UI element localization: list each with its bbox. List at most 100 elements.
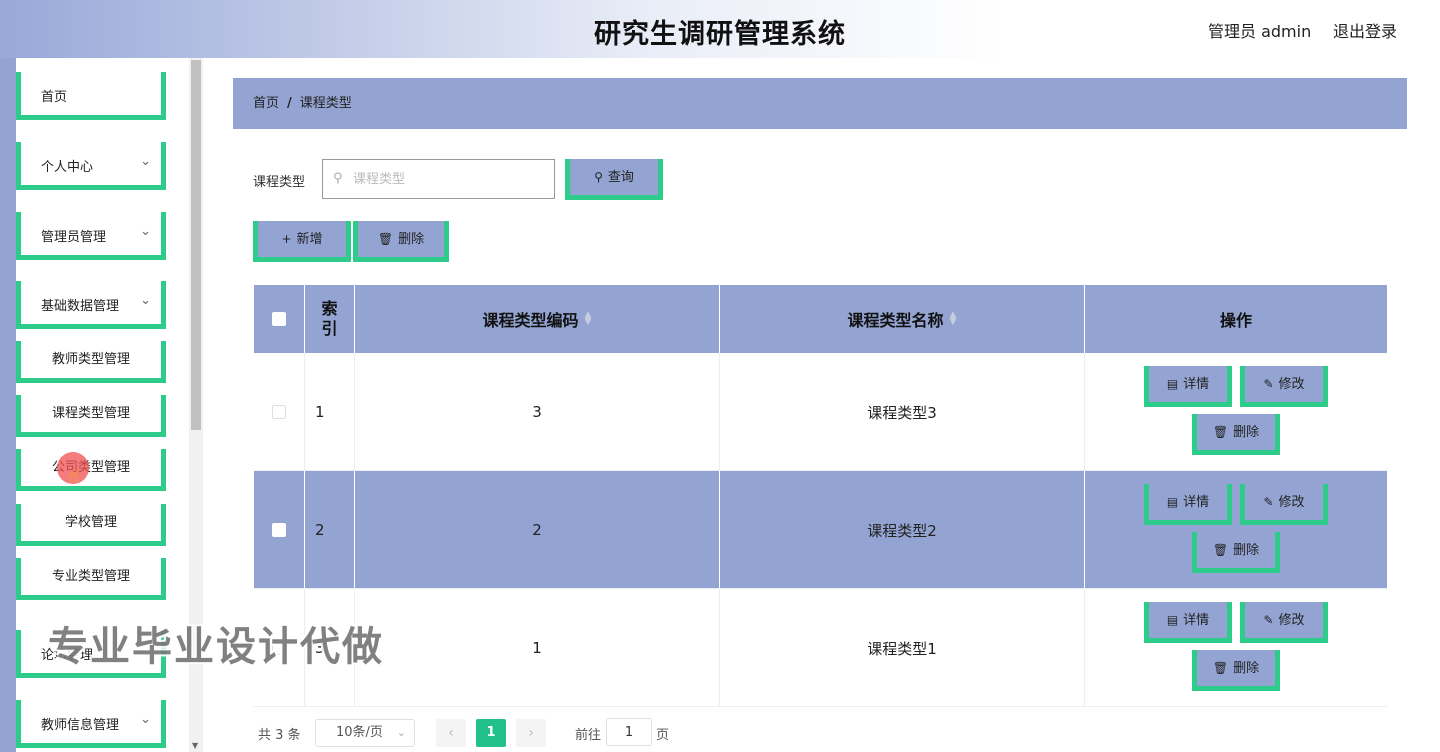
cell-index: 1 (305, 353, 355, 471)
row-checkbox[interactable] (272, 523, 286, 537)
header-bar: 研究生调研管理系统 管理员 admin 退出登录 (0, 0, 1440, 58)
logout-link[interactable]: 退出登录 (1333, 18, 1397, 42)
row-checkbox[interactable] (272, 405, 286, 419)
column-header-name-label: 课程类型名称 (847, 311, 944, 330)
chevron-down-icon: ⌄ (140, 293, 151, 308)
select-all-checkbox[interactable] (272, 312, 286, 326)
column-header-actions-label: 操作 (1219, 311, 1252, 330)
search-icon: ⚲ (333, 171, 343, 186)
edit-button[interactable]: ✎ 修改 (1240, 602, 1328, 643)
breadcrumb-current: 课程类型 (299, 96, 352, 111)
sidebar-strip (0, 58, 16, 752)
trash-icon: 🗑 (1212, 661, 1229, 675)
sidebar-subitem-teacher-type[interactable]: 教师类型管理 (16, 341, 166, 383)
search-label: 课程类型 (253, 175, 306, 190)
delete-button[interactable]: 🗑 删除 (1192, 414, 1280, 455)
cell-code: 3 (355, 353, 720, 471)
page-number-current[interactable]: 1 (476, 719, 506, 747)
column-header-code[interactable]: 课程类型编码 ▲ ▼ (355, 285, 720, 353)
detail-button-label: 详情 (1183, 495, 1210, 510)
sidebar-item-label: 首页 (41, 90, 68, 105)
detail-button-label: 详情 (1183, 377, 1210, 392)
delete-button[interactable]: 🗑 删除 (1192, 650, 1280, 691)
page-size-value: 10条/页 (336, 725, 383, 740)
sidebar-subitem-major-type[interactable]: 专业类型管理 (16, 558, 166, 600)
breadcrumb: 首页 / 课程类型 (233, 78, 1407, 129)
search-input[interactable] (353, 160, 548, 198)
pagination-total: 共 3 条 (258, 728, 301, 743)
sidebar-item-label: 教师信息管理 (41, 718, 120, 733)
delete-button[interactable]: 🗑 删除 (1192, 532, 1280, 573)
query-button-label: 查询 (607, 170, 634, 185)
scroll-down-arrow-icon[interactable]: ▼ (192, 741, 198, 750)
main-content: 首页 / 课程类型 课程类型 ⚲ ⚲ 查询 + 新增 🗑 删除 索 引 课程类型编码 ▲▼ (203, 58, 1440, 752)
detail-button[interactable]: ▤ 详情 (1144, 366, 1232, 407)
column-header-code-label: 课程类型编码 (482, 311, 579, 330)
pencil-icon: ✎ (1263, 495, 1274, 509)
column-header-index-line1: 索 (321, 299, 338, 318)
detail-button[interactable]: ▤ 详情 (1144, 602, 1232, 643)
detail-button[interactable]: ▤ 详情 (1144, 484, 1232, 525)
watermark: 专业毕业设计代做 (48, 624, 384, 670)
sort-caret-icon[interactable]: ▲ ▼ (585, 311, 592, 327)
plus-icon: + (281, 232, 292, 246)
sidebar-item-admin[interactable]: 管理员管理 ⌄ (16, 212, 166, 260)
sort-caret-icon[interactable]: ▲ ▼ (950, 311, 957, 327)
sidebar-item-teacher-info[interactable]: 教师信息管理 ⌄ (16, 700, 166, 748)
sidebar-item-label: 个人中心 (41, 160, 94, 175)
sidebar-subitem-school[interactable]: 学校管理 (16, 504, 166, 546)
cell-name: 课程类型1 (720, 589, 1085, 707)
document-icon: ▤ (1166, 495, 1179, 509)
column-header-index: 索 引 (305, 285, 355, 353)
cell-actions: ▤ 详情 ✎ 修改 🗑 删除 (1085, 589, 1387, 707)
cell-name: 课程类型3 (720, 353, 1085, 471)
sidebar-subitem-company-type[interactable]: 公司类型管理 (16, 449, 166, 491)
pencil-icon: ✎ (1263, 377, 1274, 391)
document-icon: ▤ (1166, 377, 1179, 391)
row-select-cell (254, 471, 305, 589)
breadcrumb-separator: / (287, 96, 292, 111)
cell-code: 2 (355, 471, 720, 589)
cell-name: 课程类型2 (720, 471, 1085, 589)
cell-index: 2 (305, 471, 355, 589)
current-user: 管理员 admin (1208, 22, 1312, 41)
column-header-actions: 操作 (1085, 285, 1387, 353)
goto-suffix: 页 (656, 728, 670, 743)
batch-delete-button-label: 删除 (398, 232, 425, 247)
goto-label: 前往 (575, 728, 602, 743)
delete-button-label: 删除 (1233, 543, 1260, 558)
sidebar-subitem-course-type[interactable]: 课程类型管理 (16, 395, 166, 437)
add-button[interactable]: + 新增 (253, 221, 351, 262)
chevron-down-icon: ⌄ (140, 154, 151, 169)
trash-icon: 🗑 (1212, 543, 1229, 557)
column-header-name[interactable]: 课程类型名称 ▲ ▼ (720, 285, 1085, 353)
trash-icon: 🗑 (1212, 425, 1229, 439)
query-button[interactable]: ⚲ 查询 (565, 159, 663, 200)
edit-button[interactable]: ✎ 修改 (1240, 366, 1328, 407)
detail-button-label: 详情 (1183, 613, 1210, 628)
chevron-down-icon: ⌄ (140, 224, 151, 239)
edit-button-label: 修改 (1278, 377, 1305, 392)
page-size-select[interactable]: 10条/页 ⌄ (315, 719, 415, 747)
scrollbar-thumb[interactable] (191, 60, 201, 430)
next-page-button[interactable]: › (516, 719, 546, 747)
goto-page-input[interactable] (606, 718, 652, 746)
search-icon: ⚲ (594, 170, 603, 184)
edit-button[interactable]: ✎ 修改 (1240, 484, 1328, 525)
sidebar-item-home[interactable]: 首页 (16, 72, 166, 120)
sidebar-item-basic-data[interactable]: 基础数据管理 ⌄ (16, 281, 166, 329)
prev-page-button[interactable]: ‹ (436, 719, 466, 747)
chevron-down-icon: ⌄ (140, 712, 151, 727)
delete-button-label: 删除 (1233, 425, 1260, 440)
batch-delete-button[interactable]: 🗑 删除 (353, 221, 449, 262)
sidebar-item-label: 基础数据管理 (41, 299, 120, 314)
breadcrumb-home[interactable]: 首页 (253, 96, 279, 111)
cell-actions: ▤ 详情 ✎ 修改 🗑 删除 (1085, 353, 1387, 471)
cell-code: 1 (355, 589, 720, 707)
delete-button-label: 删除 (1233, 661, 1260, 676)
hand-cursor-icon: ☝ (68, 466, 79, 487)
sidebar-item-label: 管理员管理 (41, 230, 107, 245)
sidebar-item-profile[interactable]: 个人中心 ⌄ (16, 142, 166, 190)
pencil-icon: ✎ (1263, 613, 1274, 627)
search-field[interactable]: ⚲ (322, 159, 555, 199)
